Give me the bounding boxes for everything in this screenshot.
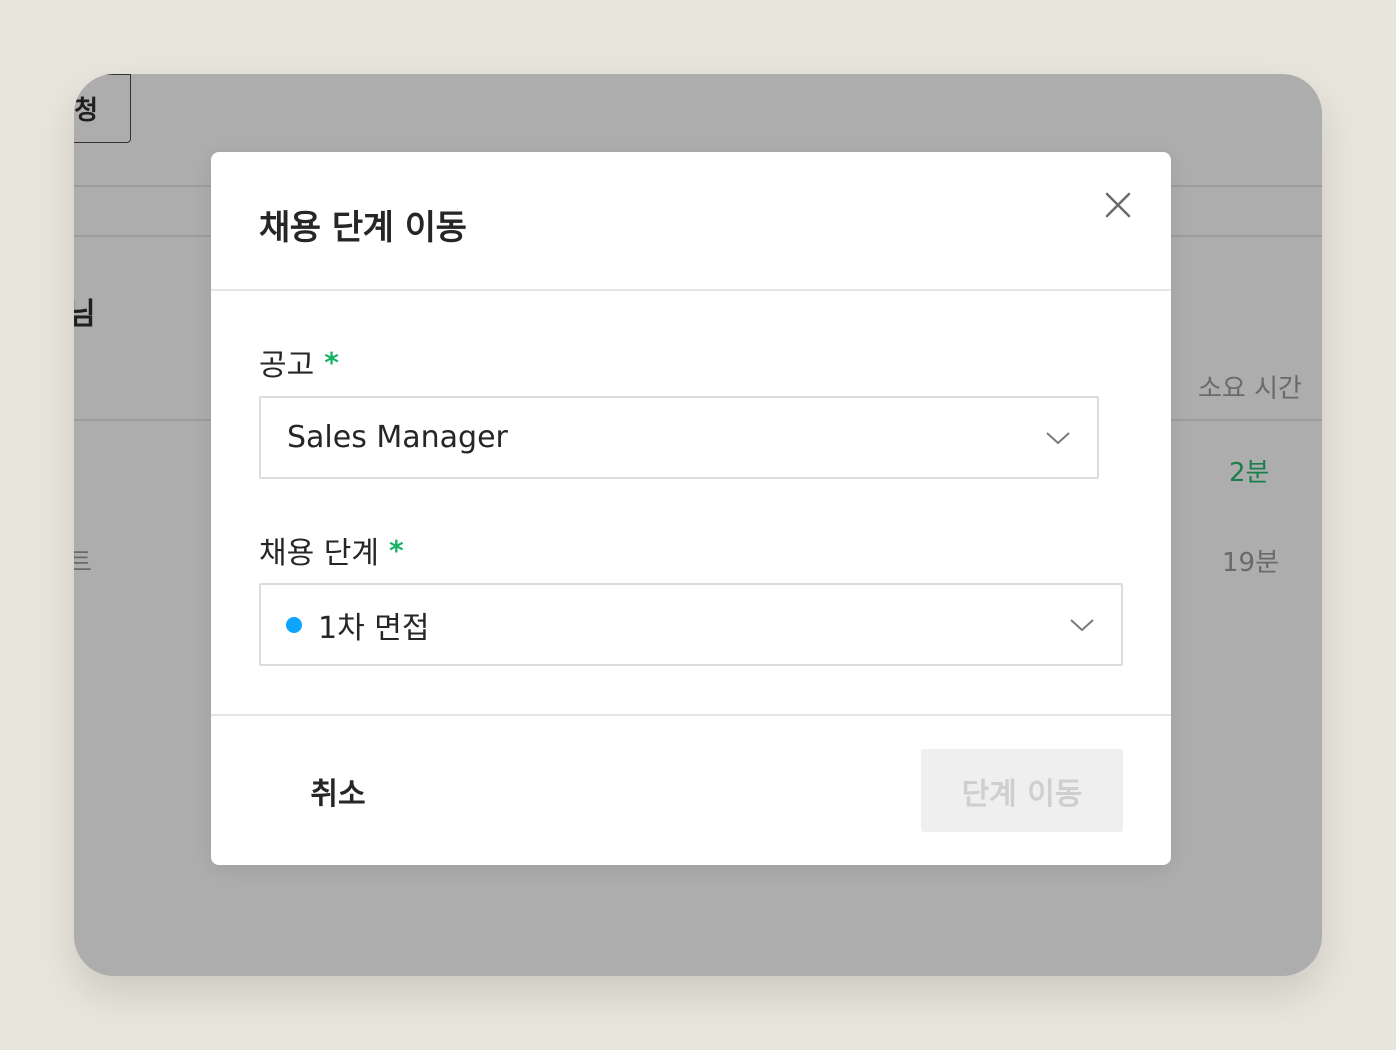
posting-select[interactable]: Sales Manager [259,396,1099,479]
chevron-down-icon [1070,619,1094,632]
background-row-fragment: 트 [74,548,92,578]
move-stage-dialog: 채용 단계 이동 공고 * Sales Manager 채용 단계 * 1차 면… [211,152,1171,865]
close-icon [1105,192,1131,218]
close-button[interactable] [1097,184,1139,226]
background-column-header: 소요 시간 [1198,374,1302,404]
background-duration-cell: 19분 [1222,548,1280,578]
dialog-header: 채용 단계 이동 [211,152,1171,291]
posting-select-value: Sales Manager [287,420,508,455]
stage-field-label: 채용 단계 * [259,528,404,572]
posting-field-label: 공고 * [259,340,339,384]
stage-select[interactable]: 1차 면접 [259,583,1123,666]
dialog-title: 채용 단계 이동 [259,208,467,248]
stage-label-text: 채용 단계 [259,536,379,571]
posting-label-text: 공고 [259,348,315,383]
required-mark: * [388,533,404,567]
stage-status-dot [286,616,302,633]
stage-select-value: 1차 면접 [318,610,430,646]
background-duration-cell: 2분 [1229,458,1270,488]
background-tab-label: 청 [74,96,98,126]
background-heading: 님 [74,297,96,332]
cancel-button[interactable]: 취소 [283,754,393,828]
background-tab-button: 청 [74,74,131,143]
required-mark: * [324,345,339,379]
move-stage-button[interactable]: 단계 이동 [921,749,1123,832]
chevron-down-icon [1046,432,1070,445]
dialog-footer: 취소 단계 이동 [211,714,1171,865]
